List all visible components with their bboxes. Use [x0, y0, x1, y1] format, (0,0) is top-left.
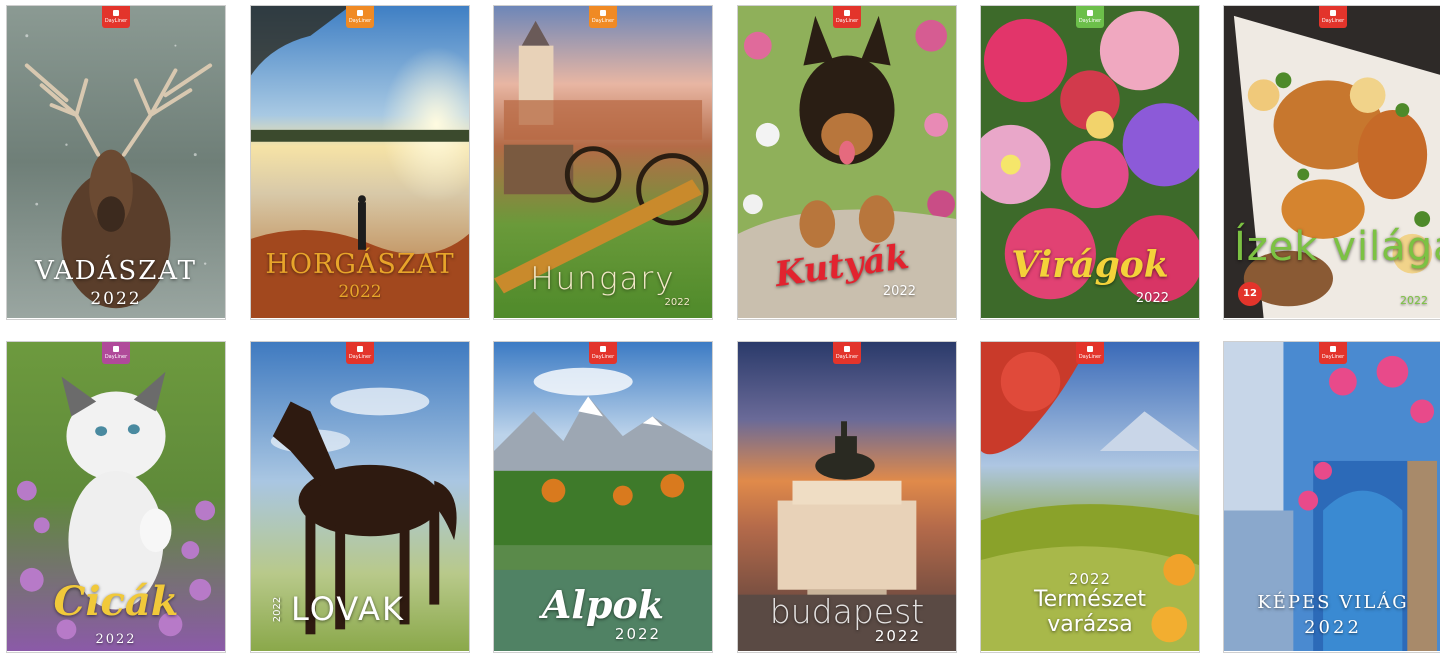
calendar-year: 2022	[874, 627, 921, 645]
calendar-card-viragok[interactable]: DayLiner Virágok 2022	[980, 5, 1200, 320]
calendar-title-line2: varázsa	[1047, 612, 1133, 637]
calendar-year: 2022	[1304, 617, 1362, 638]
calendar-card-vadaszat[interactable]: DayLiner VADÁSZAT 2022	[6, 5, 226, 320]
calendar-year: 2022	[664, 297, 690, 308]
calendar-card-lovak[interactable]: DayLiner LOVAK 2022	[250, 341, 470, 653]
calendar-title-line1: Természet	[1033, 587, 1147, 612]
calendar-year: 2022	[1400, 294, 1428, 307]
calendar-title: LOVAK	[291, 590, 406, 628]
dayliner-logo: DayLiner	[102, 6, 130, 28]
dayliner-logo: DayLiner	[346, 342, 374, 364]
calendar-year: 2022	[1068, 570, 1112, 588]
calendar-card-izek-vilaga[interactable]: DayLiner Ízek világa 2022 12	[1223, 5, 1440, 320]
calendar-card-hungary[interactable]: DayLiner Hungary 2022	[493, 5, 713, 320]
calendar-card-budapest[interactable]: DayLiner budapest 2022	[737, 341, 957, 653]
calendar-title: Hungary	[530, 261, 676, 297]
recipes-sticker: 12	[1238, 282, 1262, 306]
dayliner-logo: DayLiner	[833, 342, 861, 364]
calendar-card-horgaszat[interactable]: DayLiner HORGÁSZAT 2022	[250, 5, 470, 320]
dayliner-logo: DayLiner	[589, 6, 617, 28]
dayliner-logo: DayLiner	[102, 342, 130, 364]
calendar-year: 2022	[95, 632, 137, 647]
dayliner-logo: DayLiner	[346, 6, 374, 28]
calendar-year: 2022	[1135, 291, 1169, 306]
calendar-card-kutyak[interactable]: DayLiner Kutyák 2022	[737, 5, 957, 320]
calendar-gallery: DayLiner VADÁSZAT 2022 DayLiner HORGÁSZA…	[0, 0, 1440, 655]
calendar-card-alpok[interactable]: DayLiner Alpok 2022	[493, 341, 713, 653]
calendar-title: Virágok	[1011, 244, 1169, 286]
calendar-title: VADÁSZAT	[35, 256, 197, 286]
dayliner-logo: DayLiner	[1076, 342, 1104, 364]
calendar-year: 2022	[90, 289, 142, 309]
roast-chicken-photo	[1224, 6, 1440, 319]
calendar-year: 2022	[272, 596, 284, 623]
calendar-title: Ízek világa	[1234, 224, 1440, 270]
calendar-title: HORGÁSZAT	[265, 249, 455, 280]
dayliner-logo: DayLiner	[1319, 6, 1347, 28]
calendar-card-cicak[interactable]: DayLiner Cicák 2022	[6, 341, 226, 653]
dayliner-logo: DayLiner	[1076, 6, 1104, 28]
calendar-card-kepes-vilag[interactable]: DayLiner KÉPES VILÁG 2022	[1223, 341, 1440, 653]
dayliner-logo: DayLiner	[589, 342, 617, 364]
dayliner-logo: DayLiner	[833, 6, 861, 28]
calendar-year: 2022	[614, 625, 662, 643]
calendar-title: Cicák	[53, 578, 179, 625]
calendar-year: 2022	[338, 282, 382, 302]
dayliner-logo: DayLiner	[1319, 342, 1347, 364]
calendar-title: budapest	[769, 592, 925, 631]
calendar-title: KÉPES VILÁG	[1257, 592, 1409, 613]
calendar-card-termeszet-varazsa[interactable]: DayLiner 2022 Természet varázsa	[980, 341, 1200, 653]
calendar-year: 2022	[882, 284, 916, 299]
calendar-title: Alpok	[541, 582, 665, 627]
